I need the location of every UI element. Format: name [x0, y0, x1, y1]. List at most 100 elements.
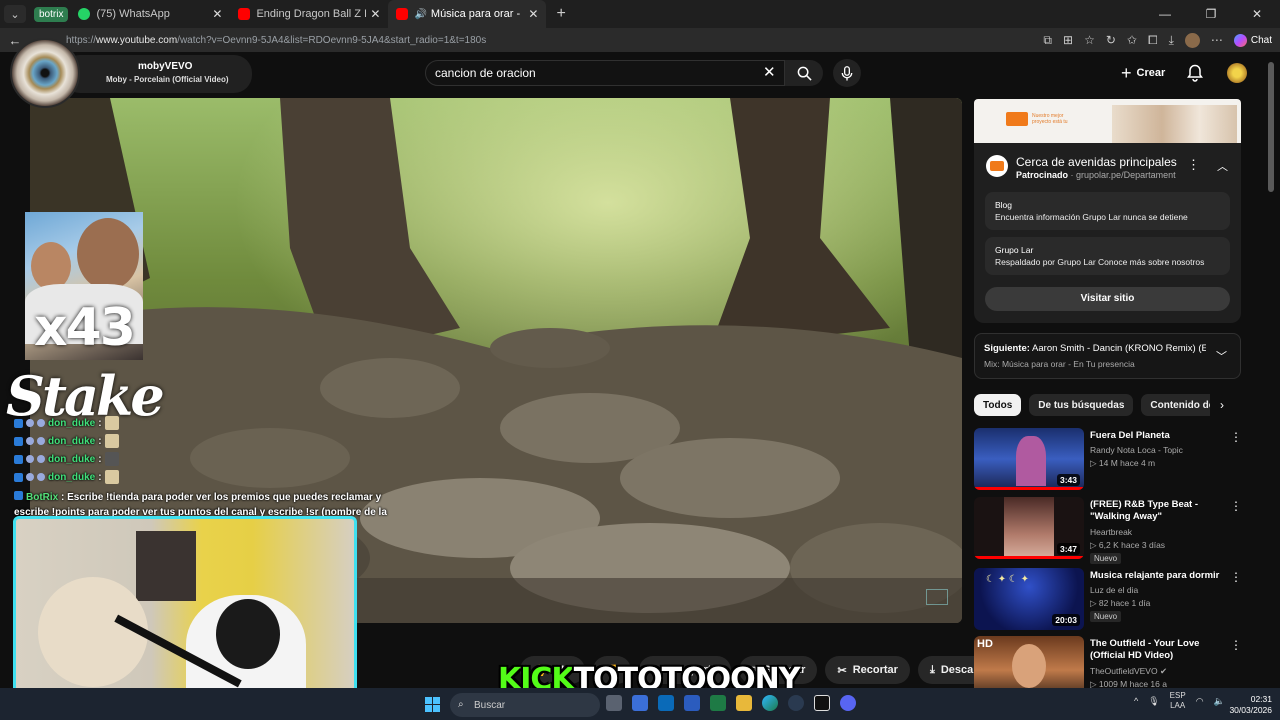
- chip-de-tus-busquedas[interactable]: De tus búsquedas: [1029, 394, 1134, 416]
- create-button[interactable]: + Crear: [1121, 60, 1165, 86]
- ad-title[interactable]: Cerca de avenidas principales: [1016, 155, 1177, 169]
- input-language[interactable]: ESP LAA: [1170, 691, 1186, 711]
- more-options-icon[interactable]: ⋮: [1230, 570, 1242, 584]
- speaker-icon[interactable]: 🔊: [414, 9, 426, 20]
- steam-icon[interactable]: [788, 695, 804, 711]
- word-icon[interactable]: [684, 695, 700, 711]
- video-thumbnail[interactable]: ☾ ✦ ☾ ✦ 20:03: [974, 568, 1084, 630]
- edge-icon[interactable]: [762, 695, 778, 711]
- video-duration: 3:47: [1056, 543, 1080, 555]
- chip-contenido[interactable]: Contenido de la ser: [1141, 394, 1210, 416]
- video-meta: ▷ 14 M hace 4 m: [1090, 458, 1156, 468]
- favorite-star-icon[interactable]: ☆: [1084, 33, 1095, 47]
- file-explorer-icon[interactable]: [736, 695, 752, 711]
- lang-line2: LAA: [1170, 701, 1186, 710]
- video-duration: 3:43: [1056, 474, 1080, 486]
- tab-close-icon[interactable]: ✕: [370, 7, 380, 21]
- up-next-card[interactable]: [974, 333, 1241, 379]
- chip-todos[interactable]: Todos: [974, 394, 1022, 416]
- ad-sitelink-blog[interactable]: Blog Encuentra información Grupo Lar nunc…: [985, 192, 1230, 230]
- refresh-icon[interactable]: ↻: [1106, 33, 1116, 47]
- tab-close-icon[interactable]: ✕: [528, 7, 538, 21]
- browser-menu-icon[interactable]: ⋯: [1211, 33, 1223, 47]
- browser-tab-strip: ⌄ botrix (75) WhatsApp ✕ Ending Dragon B…: [0, 0, 1280, 28]
- search-button[interactable]: [785, 60, 823, 86]
- overlay-channel-name: mobyVEVO: [138, 61, 193, 72]
- video-thumbnail[interactable]: 3:43: [974, 428, 1084, 490]
- clear-search-icon[interactable]: ✕: [763, 63, 776, 81]
- new-tab-button[interactable]: +: [556, 5, 565, 23]
- sub-badge-icon: [37, 455, 45, 463]
- search-input[interactable]: cancion de oracion: [425, 60, 785, 86]
- account-avatar[interactable]: [1227, 63, 1247, 83]
- download-arrow-icon: ⤓: [929, 663, 935, 676]
- tab-whatsapp[interactable]: (75) WhatsApp ✕: [70, 0, 230, 28]
- page-scrollbar[interactable]: [1268, 62, 1274, 192]
- plus-icon: +: [1121, 62, 1132, 83]
- recommendation-item[interactable]: HD The Outfield - Your Love (Official HD…: [974, 636, 1244, 698]
- advertiser-logo[interactable]: [986, 155, 1008, 177]
- ad-banner-image[interactable]: Nuestro mejor proyecto está tu: [974, 99, 1241, 143]
- chat-separator: :: [98, 435, 102, 447]
- restore-icon[interactable]: ❐: [1188, 0, 1234, 28]
- taskbar-clock[interactable]: 02:31 30/03/2026: [1222, 694, 1272, 716]
- verified-badge-icon: [26, 455, 34, 463]
- task-view-icon[interactable]: [606, 695, 622, 711]
- more-options-icon[interactable]: ⋮: [1230, 499, 1242, 513]
- discord-icon[interactable]: [840, 695, 856, 711]
- new-badge: Nuevo: [1090, 553, 1122, 564]
- ad-menu-icon[interactable]: ⋮: [1187, 157, 1200, 173]
- up-next-label: Siguiente:: [984, 343, 1030, 354]
- search-icon: [797, 66, 812, 81]
- video-duration: 20:03: [1052, 614, 1080, 626]
- voice-search-button[interactable]: [833, 59, 861, 87]
- translate-icon[interactable]: ⧉: [1043, 33, 1052, 48]
- more-options-icon[interactable]: ⋮: [1230, 638, 1242, 652]
- app-available-icon[interactable]: ⊞: [1063, 33, 1073, 47]
- ad-sitelink-grupo-lar[interactable]: Grupo Lar Respaldado por Grupo Lar Conoce…: [985, 237, 1230, 275]
- recommendation-item[interactable]: 3:47 (FREE) R&B Type Beat - "Walking Awa…: [974, 497, 1244, 564]
- tab-close-icon[interactable]: ✕: [212, 7, 222, 21]
- ad-domain: · grupolar.pe/Departamento...: [1070, 170, 1176, 180]
- notifications-bell-icon[interactable]: [1187, 64, 1203, 82]
- chevron-up-icon[interactable]: ︿: [1217, 158, 1228, 174]
- url-field[interactable]: https://www.youtube.com/watch?v=Oevnn9-5…: [66, 35, 766, 46]
- excel-icon[interactable]: [710, 695, 726, 711]
- taskbar-search[interactable]: ⌕ Buscar: [450, 693, 600, 717]
- teddy-bear: [38, 577, 148, 687]
- chevron-right-icon[interactable]: ›: [1220, 398, 1224, 412]
- tab-group-label[interactable]: botrix: [34, 6, 69, 22]
- profile-avatar-icon[interactable]: [1184, 32, 1200, 48]
- tab-musica-para-orar[interactable]: 🔊 Música para orar - En Tu presencia ✕: [388, 0, 547, 28]
- channel-watermark[interactable]: [926, 589, 948, 605]
- video-thumbnail[interactable]: 3:47: [974, 497, 1084, 559]
- widgets-icon[interactable]: [632, 695, 648, 711]
- tab-actions-menu[interactable]: ⌄: [4, 5, 26, 23]
- favorites-icon[interactable]: ✩: [1127, 33, 1137, 47]
- video-meta: ▷ 82 hace 1 día: [1090, 598, 1151, 608]
- windows-start-icon[interactable]: [425, 697, 440, 712]
- download-icon[interactable]: ⤓: [1169, 33, 1174, 48]
- recommendation-item[interactable]: ☾ ✦ ☾ ✦ 20:03 Musica relajante para dorm…: [974, 568, 1244, 630]
- clip-button[interactable]: ✂ Recortar: [825, 656, 910, 684]
- up-next-title[interactable]: Siguiente: Aaron Smith - Dancin (KRONO R…: [984, 343, 1206, 354]
- tray-overflow-icon[interactable]: ^: [1134, 696, 1138, 706]
- tray-mic-icon[interactable]: 🎙: [1148, 696, 1159, 707]
- taskbar-search-placeholder: Buscar: [474, 699, 506, 711]
- url-prefix: https://: [66, 34, 97, 46]
- more-options-icon[interactable]: ⋮: [1230, 430, 1242, 444]
- recommendation-item[interactable]: 3:43 Fuera Del Planeta Randy Nota Loca -…: [974, 428, 1244, 490]
- tab-dragon-ball[interactable]: Ending Dragon Ball Z Latino letra ✕: [230, 0, 388, 28]
- capcut-icon[interactable]: [814, 695, 830, 711]
- chevron-down-icon[interactable]: ﹀: [1216, 348, 1227, 364]
- copilot-chat-button[interactable]: Chat: [1233, 33, 1272, 47]
- visit-site-button[interactable]: Visitar sitio: [985, 287, 1230, 311]
- collections-icon[interactable]: ⧠: [1148, 33, 1158, 48]
- whatsapp-icon: [78, 8, 91, 20]
- intel-graphics-icon[interactable]: [658, 695, 674, 711]
- minimize-icon[interactable]: —: [1142, 0, 1188, 28]
- wifi-icon[interactable]: ◠: [1196, 696, 1204, 707]
- system-tray: ^ 🎙 ESP LAA ◠ 🔈: [1134, 691, 1225, 711]
- close-window-icon[interactable]: ✕: [1234, 0, 1280, 28]
- chat-line: don_duke :: [14, 414, 394, 432]
